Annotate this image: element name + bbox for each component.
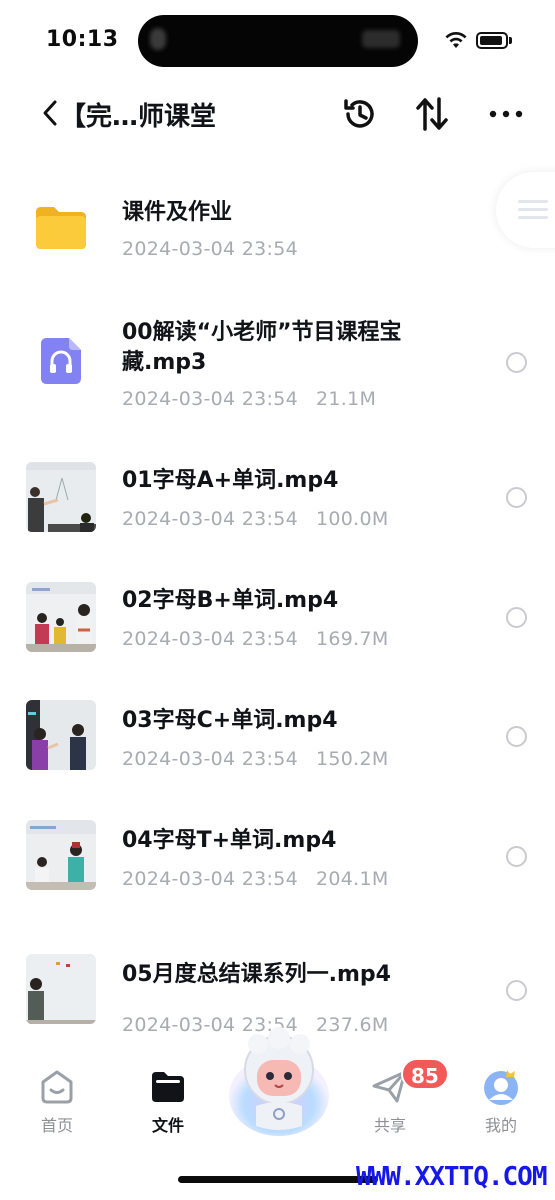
file-name: 04字母T+单词.mp4 [122, 828, 337, 853]
file-name: 05月度总结课系列一.mp4 [122, 962, 391, 987]
folder-icon [36, 207, 86, 249]
file-date: 2024-03-04 23:54 [122, 748, 299, 770]
sort-button[interactable] [412, 94, 452, 134]
list-item[interactable]: 02字母B+单词.mp4 2024-03-04 23:54 169.7M [0, 572, 555, 690]
select-radio[interactable] [506, 846, 527, 867]
wifi-icon [445, 32, 467, 48]
list-item[interactable]: 01字母A+单词.mp4 2024-03-04 23:54 100.0M [0, 452, 555, 570]
select-radio[interactable] [506, 980, 527, 1001]
audio-file-icon [41, 338, 81, 384]
tab-me[interactable]: 我的 [456, 1066, 546, 1136]
list-item[interactable]: 课件及作业 2024-03-04 23:54 [0, 152, 555, 270]
file-meta: 2024-03-04 23:54 204.1M [122, 868, 389, 890]
status-time: 10:13 [46, 27, 119, 52]
select-radio[interactable] [506, 726, 527, 747]
file-date: 2024-03-04 23:54 [122, 508, 299, 530]
tab-files-label: 文件 [151, 1116, 184, 1135]
video-thumbnail [26, 582, 96, 652]
file-date: 2024-03-04 23:54 [122, 628, 299, 650]
file-meta: 2024-03-04 23:54 [122, 238, 298, 260]
file-date: 2024-03-04 23:54 [122, 868, 299, 890]
file-name: 01字母A+单词.mp4 [122, 468, 339, 493]
file-meta: 2024-03-04 23:54 150.2M [122, 748, 389, 770]
tab-files[interactable]: 文件 [123, 1066, 213, 1136]
select-radio[interactable] [506, 607, 527, 628]
watermark-text: WWW.XXTTQ.COM [356, 1162, 547, 1192]
history-icon [344, 99, 374, 128]
home-icon [41, 1070, 73, 1104]
file-meta: 2024-03-04 23:54 21.1M [122, 388, 376, 410]
video-thumbnail [26, 954, 96, 1024]
select-radio[interactable] [506, 487, 527, 508]
sort-icon [416, 97, 448, 131]
home-indicator [178, 1176, 378, 1183]
file-size: 169.7M [316, 628, 389, 650]
more-button[interactable] [486, 94, 526, 134]
tab-home-label: 首页 [40, 1116, 73, 1135]
battery-tip [509, 37, 512, 44]
file-date: 2024-03-04 23:54 [122, 238, 299, 260]
file-date: 2024-03-04 23:54 [122, 388, 299, 410]
list-item[interactable]: 00解读“小老师”节目课程宝藏.mp3 2024-03-04 23:54 21.1… [0, 312, 555, 430]
status-bar: 10:13 [0, 0, 555, 80]
share-count-badge: 85 [401, 1058, 449, 1090]
file-name: 课件及作业 [122, 200, 233, 225]
file-meta: 2024-03-04 23:54 100.0M [122, 508, 389, 530]
file-size: 150.2M [316, 748, 389, 770]
list-item[interactable]: 03字母C+单词.mp4 2024-03-04 23:54 150.2M [0, 692, 555, 810]
file-size: 21.1M [316, 388, 377, 410]
tab-me-label: 我的 [484, 1116, 517, 1135]
video-thumbnail [26, 700, 96, 770]
nav-bar: 【完…师课堂 [0, 86, 555, 142]
file-meta: 2024-03-04 23:54 169.7M [122, 628, 389, 650]
file-name: 00解读“小老师”节目课程宝藏.mp3 [122, 320, 402, 375]
file-name: 03字母C+单词.mp4 [122, 708, 338, 733]
back-arrow-icon[interactable] [40, 98, 62, 128]
list-item[interactable]: 04字母T+单词.mp4 2024-03-04 23:54 204.1M [0, 812, 555, 930]
tab-share-label: 共享 [373, 1116, 406, 1135]
file-size: 100.0M [316, 508, 389, 530]
file-size: 204.1M [316, 868, 389, 890]
folder-tab-icon [152, 1072, 184, 1102]
battery-icon [476, 32, 508, 49]
video-thumbnail [26, 820, 96, 890]
island-blurred-content [150, 28, 166, 50]
more-dots-icon [489, 110, 523, 118]
page-title: 【完…师课堂 [60, 102, 217, 132]
history-button[interactable] [340, 94, 380, 134]
select-radio[interactable] [506, 352, 527, 373]
tab-home[interactable]: 首页 [12, 1066, 102, 1136]
avatar-icon [484, 1070, 518, 1105]
file-name: 02字母B+单词.mp4 [122, 588, 339, 613]
mascot-assistant-button[interactable] [226, 1026, 332, 1138]
island-blurred-content [362, 30, 400, 48]
video-thumbnail [26, 462, 96, 532]
